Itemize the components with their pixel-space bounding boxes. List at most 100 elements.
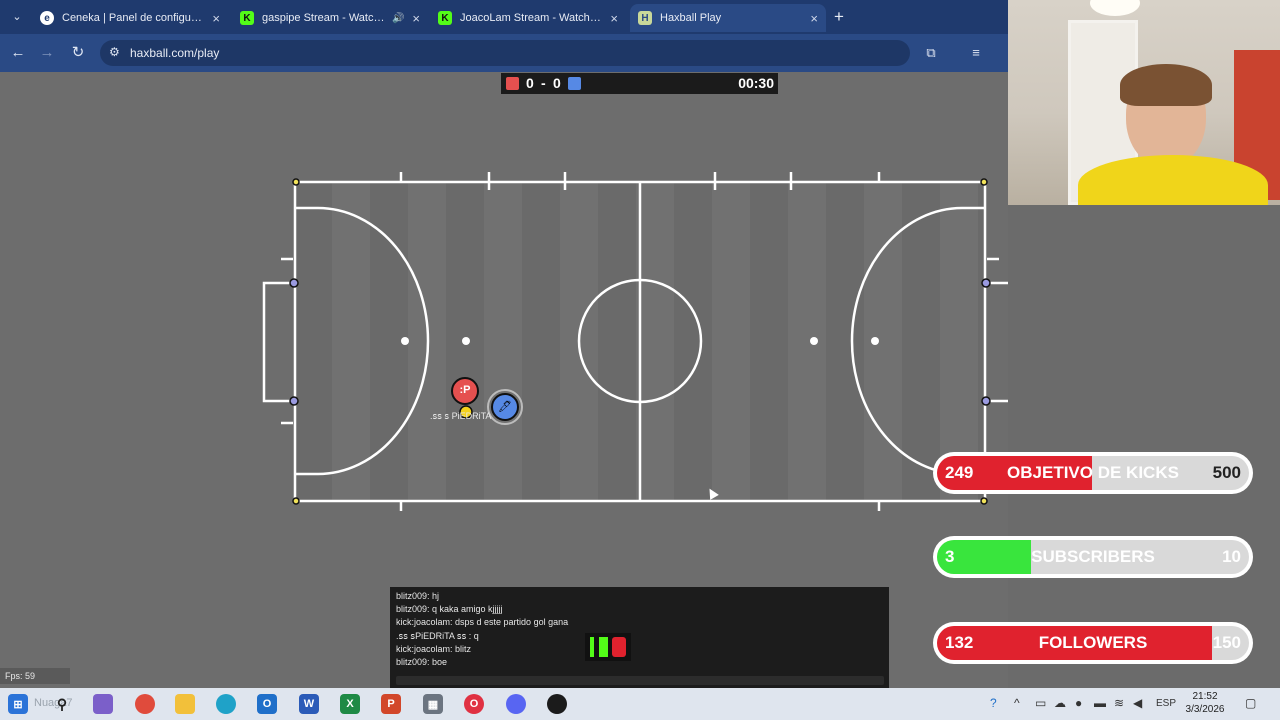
close-icon[interactable]: × [412,11,420,26]
volume-icon[interactable]: ◀ [1133,696,1142,710]
extensions-icon[interactable]: ⧉ [921,43,941,63]
discord-icon[interactable] [506,694,526,714]
followers-goal-bar: 132 FOLLOWERS 150 [933,622,1253,664]
close-icon[interactable]: × [610,11,618,26]
tab-title: JoacoLam Stream - Watch Live [460,12,603,24]
chat-box: blitz009: hj blitz009: q kaka amigo kjjj… [390,587,889,688]
penalty-spot [462,337,470,345]
tab-gaspipe[interactable]: K gaspipe Stream - Watch Live 🔊 × [232,4,428,32]
calculator-icon[interactable]: ▦ [423,694,443,714]
clock-time: 21:52 [1192,691,1218,702]
chat-message: kick:joacolam: blitz [396,644,472,654]
close-icon[interactable]: × [212,11,220,26]
notification-icon[interactable]: ▢ [1245,696,1256,710]
address-bar[interactable]: ⚙ haxball.com/play [100,40,910,66]
red-player-avatar: :P [459,384,471,396]
kicks-label: OBJETIVO DE KICKS [1007,463,1179,482]
url-text: haxball.com/play [130,46,220,60]
chat-message: blitz009: boe [396,657,448,667]
followers-label: FOLLOWERS [1038,633,1148,652]
goalpost [981,278,991,288]
fps-counter: Fps: 59 [0,668,70,684]
cloud-icon[interactable]: ☁ [1054,696,1066,710]
goalpost [289,278,299,288]
powerpoint-icon[interactable]: P [381,694,401,714]
penalty-spot [401,337,409,345]
scoreboard: 0 - 0 00:30 [501,73,778,94]
taskbar: ⊞ Nuaga7 ⚲ O W X P ▦ O ? ^ ▭ ☁ ● ▬ ≋ ◀ E… [0,688,1280,720]
tab-list-dropdown[interactable]: ⌄ [8,8,26,26]
penalty-spot [871,337,879,345]
blue-score: 0 [553,75,561,91]
person-hair [1120,64,1212,106]
corner-post [292,178,300,186]
tab-joacolam[interactable]: K JoacoLam Stream - Watch Live × [430,4,626,32]
ceneka-icon: e [40,11,54,25]
blue-player-avatar: 🖊 [498,401,512,413]
right-goal [986,281,1008,403]
goalpost [289,396,299,406]
red-score: 0 [526,75,534,91]
subscribers-goal-bar: 3 SUBSCRIBERS 10 [933,536,1253,578]
kick-logo-icon [585,633,631,661]
back-icon[interactable]: ← [8,43,28,63]
chat-input[interactable] [396,676,884,685]
search-icon[interactable]: ⚲ [52,694,72,714]
goalpost [981,396,991,406]
left-goal [262,281,294,403]
clock-date: 3/3/2026 [1185,704,1225,715]
tab-haxball[interactable]: H Haxball Play × [630,4,826,32]
forward-icon[interactable]: → [37,43,57,63]
subscribers-label: SUBSCRIBERS [1031,547,1155,566]
kick-icon: K [438,11,452,25]
close-icon[interactable]: × [810,11,818,26]
corner-post [292,497,300,505]
tab-title: gaspipe Stream - Watch Live [262,12,386,24]
tab-ceneka[interactable]: e Ceneka | Panel de configuración × [32,4,228,32]
penalty-spot [810,337,818,345]
chat-message: blitz009: q kaka amigo kjjjjj [396,604,503,614]
site-info-icon[interactable]: ⚙ [109,45,120,59]
mic-icon[interactable]: ● [1075,696,1082,710]
blue-team-swatch [568,77,581,90]
chevron-up-icon[interactable]: ^ [1014,696,1020,710]
red-team-swatch [506,77,519,90]
help-icon[interactable]: ? [990,696,997,710]
file-explorer-icon[interactable] [175,694,195,714]
opera-icon[interactable]: O [464,694,484,714]
followers-goal: 150 [1212,633,1241,652]
corner-post [980,178,988,186]
score-separator: - [541,75,546,91]
chat-message: .ꜱꜱ ꜱPiEDRiTA ꜱꜱ : q [396,631,479,641]
subscribers-goal: 10 [1222,547,1241,566]
new-tab-button[interactable]: + [830,7,848,27]
word-icon[interactable]: W [299,694,319,714]
media-control-icon[interactable]: ≡ [966,43,986,63]
app-icon[interactable] [93,694,113,714]
chat-message: blitz009: hj [396,591,440,601]
speaker-icon[interactable]: 🔊 [392,13,404,24]
player-name-label: .ꜱꜱ ꜱ PiEDRiTA [430,411,492,421]
kick-icon: K [240,11,254,25]
edge-icon[interactable] [216,694,236,714]
chrome-icon[interactable] [135,694,155,714]
language-indicator[interactable]: ESP [1156,698,1176,709]
webcam-feed [1008,0,1280,205]
wifi-icon[interactable]: ≋ [1114,696,1124,710]
tray-app-icon[interactable]: ▭ [1035,696,1046,710]
kicks-goal-bar: 249 OBJETIVO DE KICKS 500 [933,452,1253,494]
windows-start-icon[interactable]: ⊞ [8,694,28,714]
match-timer: 00:30 [738,75,774,91]
haxball-icon: H [638,11,652,25]
tab-title: Ceneka | Panel de configuración [62,12,204,24]
obs-icon[interactable] [547,694,567,714]
excel-icon[interactable]: X [340,694,360,714]
battery-icon[interactable]: ▬ [1094,696,1106,710]
corner-post [980,497,988,505]
system-clock[interactable]: 21:52 3/3/2026 [1180,690,1230,716]
lamp [1090,0,1140,16]
reload-icon[interactable]: ↻ [68,43,88,63]
kicks-goal: 500 [1212,463,1241,482]
tab-title: Haxball Play [660,12,722,24]
outlook-icon[interactable]: O [257,694,277,714]
